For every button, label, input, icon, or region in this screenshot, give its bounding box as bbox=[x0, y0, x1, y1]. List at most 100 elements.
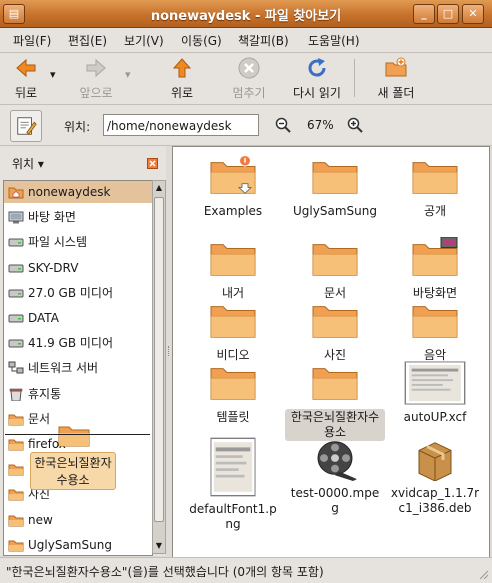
file-item[interactable]: 한국은뇌질환자수용소 bbox=[285, 361, 385, 441]
file-item[interactable]: 문서 bbox=[285, 237, 385, 302]
scroll-up-icon[interactable]: ▲ bbox=[153, 181, 165, 195]
sidebar-item[interactable]: 휴지통 bbox=[4, 383, 152, 405]
folder-icon bbox=[8, 540, 24, 552]
file-item[interactable]: test-0000.mpeg bbox=[285, 437, 385, 517]
forward-history-dropdown[interactable]: ▾ bbox=[125, 68, 131, 81]
zoom-out-icon[interactable] bbox=[275, 117, 291, 133]
menu-edit[interactable]: 편집(E) bbox=[68, 32, 107, 49]
stop-button[interactable]: 멈추기 bbox=[225, 56, 273, 101]
file-item[interactable]: 바탕화면 bbox=[385, 237, 485, 302]
sidebar-item-label: nonewaydesk bbox=[28, 185, 111, 199]
forward-button[interactable]: 앞으로 bbox=[74, 56, 118, 101]
sidebar-type-selector[interactable]: 위치 ▾ bbox=[12, 155, 44, 172]
file-item[interactable]: Examples bbox=[183, 155, 283, 220]
folder-icon bbox=[412, 162, 458, 194]
file-item[interactable]: 템플릿 bbox=[183, 361, 283, 426]
sidebar-item-label: DATA bbox=[28, 311, 59, 325]
desktop-icon bbox=[8, 211, 24, 224]
new-folder-button[interactable]: 새 폴더 bbox=[372, 56, 420, 101]
sidebar-scrollbar[interactable]: ▲ ▼ bbox=[152, 180, 166, 554]
file-item[interactable]: autoUP.xcf bbox=[385, 361, 485, 426]
menu-bookmarks[interactable]: 책갈피(B) bbox=[238, 32, 289, 49]
folder-icon bbox=[8, 489, 24, 501]
folder-icon bbox=[8, 439, 24, 451]
up-button[interactable]: 위로 bbox=[164, 56, 200, 101]
sidebar-item-label: UglySamSung bbox=[28, 537, 112, 552]
back-button[interactable]: 뒤로 bbox=[8, 56, 44, 101]
sidebar-item[interactable]: nonewaydesk bbox=[4, 181, 152, 203]
status-text: "한국은뇌질환자수용소"(을)를 선택했습니다 (0개의 항목 포함) bbox=[6, 565, 324, 579]
menu-bar: 파일(F) 편집(E) 보기(V) 이동(G) 책갈피(B) 도움말(H) bbox=[0, 28, 492, 53]
resize-grip-icon[interactable] bbox=[477, 568, 489, 580]
folder-icon bbox=[312, 368, 358, 400]
back-history-dropdown[interactable]: ▾ bbox=[50, 68, 56, 81]
sidebar-item[interactable]: new bbox=[4, 509, 152, 531]
scrollbar-thumb[interactable] bbox=[154, 197, 164, 522]
file-item[interactable]: 사진 bbox=[285, 299, 385, 364]
new-folder-icon bbox=[385, 57, 407, 77]
file-name: defaultFont1.png bbox=[189, 502, 277, 531]
sidebar-item[interactable]: 27.0 GB 미디어 bbox=[4, 282, 152, 304]
minimize-button[interactable]: _ bbox=[413, 4, 435, 24]
package-icon bbox=[418, 442, 452, 481]
file-item[interactable]: 비디오 bbox=[183, 299, 283, 364]
zoom-in-icon[interactable] bbox=[347, 117, 363, 133]
sidebar-item[interactable]: SKY-DRV bbox=[4, 257, 152, 279]
close-sidebar-icon[interactable] bbox=[147, 158, 158, 169]
file-name: test-0000.mpeg bbox=[290, 486, 380, 515]
drop-indicator-line bbox=[5, 434, 150, 435]
sidebar-item-label: new bbox=[28, 512, 53, 527]
folder-icon bbox=[8, 464, 24, 476]
drive-icon bbox=[8, 289, 24, 298]
sidebar-item[interactable]: 41.9 GB 미디어 bbox=[4, 332, 152, 354]
close-button[interactable]: ✕ bbox=[462, 4, 484, 24]
file-item[interactable]: 공개 bbox=[385, 155, 485, 220]
folder-link-icon bbox=[210, 155, 256, 194]
menu-view[interactable]: 보기(V) bbox=[124, 32, 164, 49]
home-folder-icon bbox=[8, 187, 24, 199]
toolbar-separator bbox=[354, 59, 355, 97]
menu-help[interactable]: 도움말(H) bbox=[308, 32, 360, 49]
sidebar-item-label: SKY-DRV bbox=[28, 260, 79, 275]
folder-icon bbox=[210, 306, 256, 338]
stop-icon bbox=[238, 57, 260, 79]
file-name: UglySamSung bbox=[293, 204, 377, 218]
file-item[interactable]: UglySamSung bbox=[285, 155, 385, 220]
file-item[interactable]: defaultFont1.png bbox=[183, 437, 283, 533]
reload-icon bbox=[308, 58, 326, 77]
zoom-level[interactable]: 67% bbox=[307, 118, 334, 132]
location-path-field[interactable]: /home/nonewaydesk bbox=[103, 114, 259, 136]
folder-icon bbox=[412, 306, 458, 338]
sidebar-item[interactable]: UglySamSung bbox=[4, 534, 152, 555]
drive-icon bbox=[8, 314, 24, 323]
file-item[interactable]: xvidcap_1.1.7rc1_i386.deb bbox=[385, 437, 485, 517]
sidebar-item-label: 27.0 GB 미디어 bbox=[28, 285, 113, 300]
menu-file[interactable]: 파일(F) bbox=[13, 32, 51, 49]
sidebar-item[interactable]: 바탕 화면 bbox=[4, 206, 152, 228]
file-item[interactable]: 음악 bbox=[385, 299, 485, 364]
folder-icon bbox=[8, 515, 24, 527]
toggle-location-entry-button[interactable] bbox=[10, 110, 42, 142]
forward-arrow-icon bbox=[86, 58, 106, 78]
sidebar-item[interactable]: DATA bbox=[4, 307, 152, 329]
drag-folder-icon bbox=[58, 426, 90, 447]
edit-note-icon bbox=[17, 117, 37, 135]
back-arrow-icon bbox=[16, 58, 36, 78]
scroll-down-icon[interactable]: ▼ bbox=[153, 539, 165, 553]
up-arrow-icon bbox=[172, 58, 192, 78]
sidebar-item-label: 41.9 GB 미디어 bbox=[28, 336, 113, 351]
filesystem-icon bbox=[8, 238, 24, 247]
sidebar-item[interactable]: 파일 시스템 bbox=[4, 231, 152, 253]
folder-icon bbox=[312, 306, 358, 338]
drive-icon bbox=[8, 264, 24, 273]
maximize-button[interactable]: □ bbox=[437, 4, 459, 24]
file-view: Examples UglySamSung 공개내거 문서 바탕화면비디오 사진 음악템플릿 한… bbox=[172, 146, 490, 558]
file-name: autoUP.xcf bbox=[403, 410, 467, 424]
sidebar-item[interactable]: 네트워크 서버 bbox=[4, 357, 152, 379]
title-bar[interactable]: ▤ nonewaydesk - 파일 찾아보기 _ □ ✕ bbox=[0, 0, 492, 28]
toolbar: 뒤로 ▾ 앞으로 ▾ 위로 멈추기 다시 읽기 새 폴더 bbox=[0, 53, 492, 105]
menu-go[interactable]: 이동(G) bbox=[181, 32, 222, 49]
file-item[interactable]: 내거 bbox=[183, 237, 283, 302]
folder-icon bbox=[210, 244, 256, 276]
reload-button[interactable]: 다시 읽기 bbox=[288, 56, 346, 101]
